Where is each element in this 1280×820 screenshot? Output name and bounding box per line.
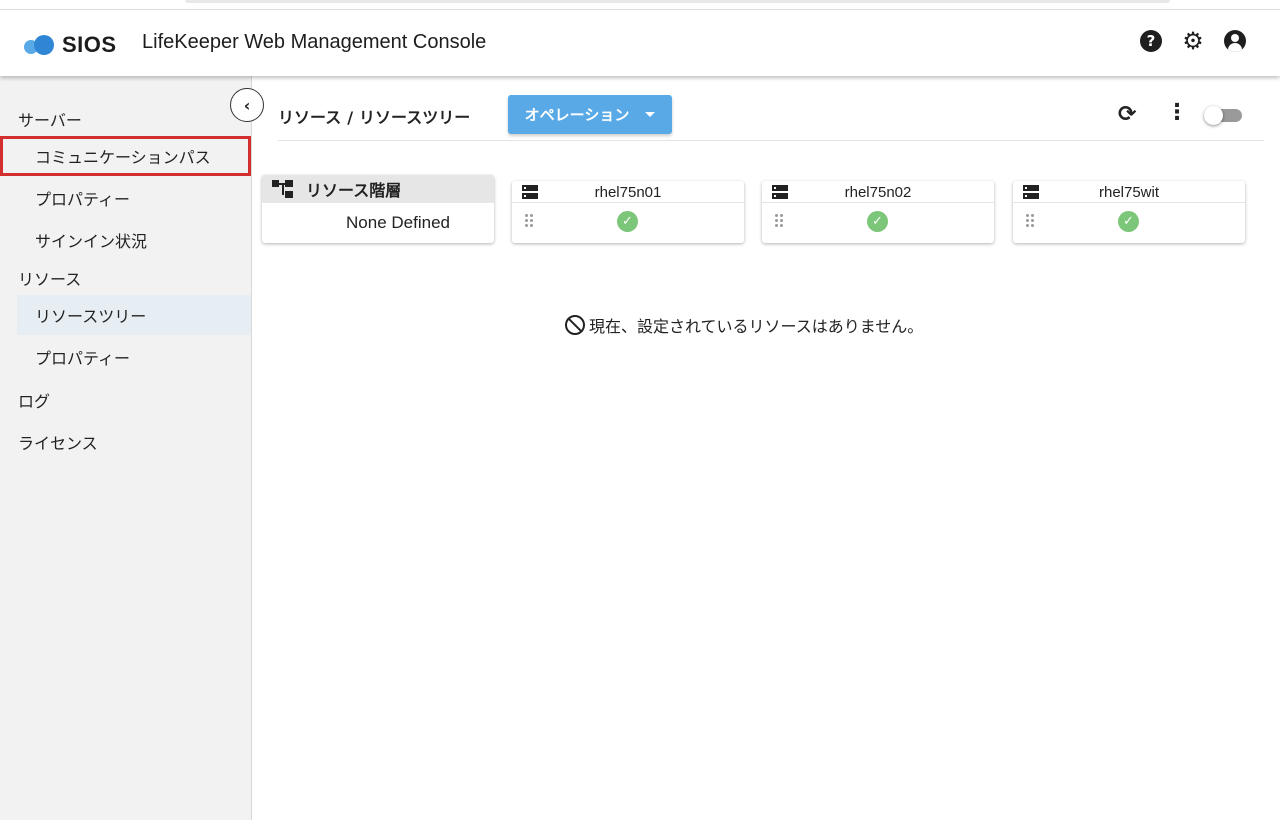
status-ok-check-icon: ✓ [617,211,638,232]
hierarchy-tree-icon [272,180,294,198]
server-name: rhel75n01 [594,184,662,201]
sidebar-item-label: プロパティー [35,349,131,368]
sidebar-item-server-properties[interactable]: プロパティー [0,178,251,218]
sidebar-item-label: プロパティー [35,190,131,209]
status-ok-check-icon: ✓ [867,211,888,232]
main-content: リソース / リソースツリー オペレーション ⟳ ⋮ リソース階層 None Def… [252,76,1280,820]
sidebar-item-resource-tree[interactable]: リソースツリー [17,295,251,335]
view-toggle-switch[interactable] [1204,106,1244,125]
app-title: LifeKeeper Web Management Console [142,31,487,53]
breadcrumb-separator: / [347,108,354,127]
more-vertical-icon[interactable]: ⋮ [1166,102,1188,124]
server-card-rhel75n02[interactable]: rhel75n02 ✓ [762,181,994,243]
status-ok-check-icon: ✓ [1118,211,1139,232]
breadcrumb: リソース / リソースツリー [278,104,470,128]
header-actions: ? ⚙ [1140,27,1246,55]
server-card-header: rhel75n01 [512,181,744,203]
breadcrumb-current: リソースツリー [359,108,471,127]
empty-resources-text: 現在、設定されているリソースはありません。 [589,317,924,336]
server-card-rhel75n01[interactable]: rhel75n01 ✓ [512,181,744,243]
resource-hierarchy-card: リソース階層 None Defined [262,175,494,243]
prohibited-icon [565,315,585,335]
sidebar-group-server[interactable]: サーバー [18,107,82,131]
server-card-header: rhel75n02 [762,181,994,203]
refresh-icon[interactable]: ⟳ [1118,102,1136,127]
caret-down-icon [645,112,656,117]
logo-text: SIOS [62,32,117,57]
server-name: rhel75wit [1098,184,1160,201]
sidebar-item-resource-properties[interactable]: プロパティー [0,337,251,377]
logo-mark-icon-2 [34,35,54,55]
sidebar-group-license[interactable]: ライセンス [18,430,98,454]
toggle-knob [1204,106,1223,125]
sidebar-group-resource[interactable]: リソース [18,266,81,290]
server-name: rhel75n02 [844,184,912,201]
collapse-sidebar-chevron-left-icon[interactable]: ‹ [230,88,264,122]
settings-gear-icon[interactable]: ⚙ [1182,27,1204,55]
server-card-rhel75wit[interactable]: rhel75wit ✓ [1013,181,1245,243]
drag-handle-icon[interactable] [525,214,533,228]
account-icon[interactable] [1224,30,1246,52]
browser-tab-bar [185,0,1170,3]
breadcrumb-parent: リソース [278,108,342,127]
sidebar-item-communication-path[interactable]: コミュニケーションパス [0,136,251,176]
browser-top-strip [0,0,1280,10]
help-icon[interactable]: ? [1140,30,1162,52]
operation-button-label: オペレーション [524,106,630,124]
sidebar-item-label: コミュニケーションパス [35,148,211,167]
drag-handle-icon[interactable] [1026,214,1034,228]
empty-resources-message: 現在、設定されているリソースはありません。 [565,313,923,337]
drag-handle-icon[interactable] [775,214,783,228]
resource-hierarchy-value: None Defined [346,213,450,232]
sidebar-group-log[interactable]: ログ [18,388,50,412]
operation-dropdown-button[interactable]: オペレーション [508,95,672,134]
sidebar-item-label: リソースツリー [35,307,147,326]
sidebar-item-label: サインイン状況 [35,232,148,251]
app-header: SIOS LifeKeeper Web Management Console ?… [0,10,1280,76]
server-card-header: rhel75wit [1013,181,1245,203]
resource-hierarchy-title: リソース階層 [306,181,402,200]
toolbar-divider [278,140,1264,141]
resource-hierarchy-header: リソース階層 [262,175,494,203]
sios-logo: SIOS [24,32,117,58]
sidebar: サーバー コミュニケーションパス プロパティー サインイン状況 リソース リソー… [0,76,252,820]
sidebar-item-signin-status[interactable]: サインイン状況 [0,220,251,260]
